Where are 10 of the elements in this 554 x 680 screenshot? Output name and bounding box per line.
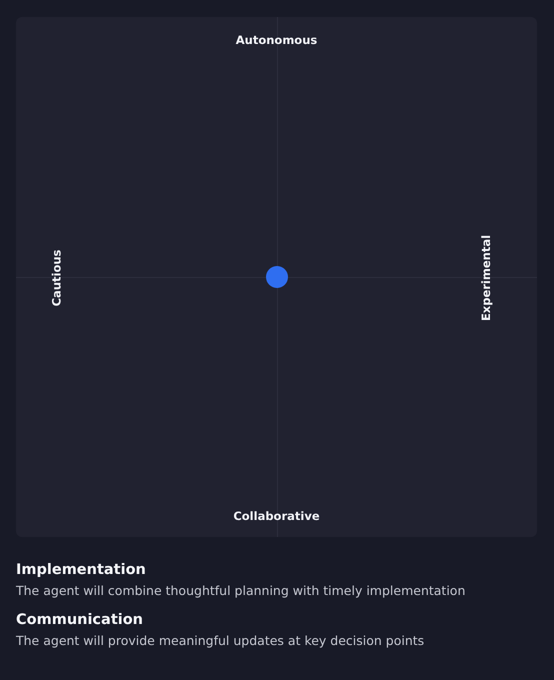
trait-title: Communication <box>16 612 144 628</box>
trait-description: The agent will combine thoughtful planning with timely implementation <box>16 583 466 598</box>
position-handle[interactable] <box>266 266 288 288</box>
axis-label: Experimental <box>479 234 493 322</box>
axis-label: Autonomous <box>236 33 318 47</box>
axis-label: Cautious <box>49 250 63 306</box>
quadrant-pad[interactable]: Autonomous Cautious Experimental Collaborative <box>16 17 537 537</box>
axis-label: Collaborative <box>233 509 320 523</box>
trait-description: The agent will provide meaningful updates at key decision points <box>16 633 424 648</box>
trait-title: Implementation <box>16 562 146 578</box>
